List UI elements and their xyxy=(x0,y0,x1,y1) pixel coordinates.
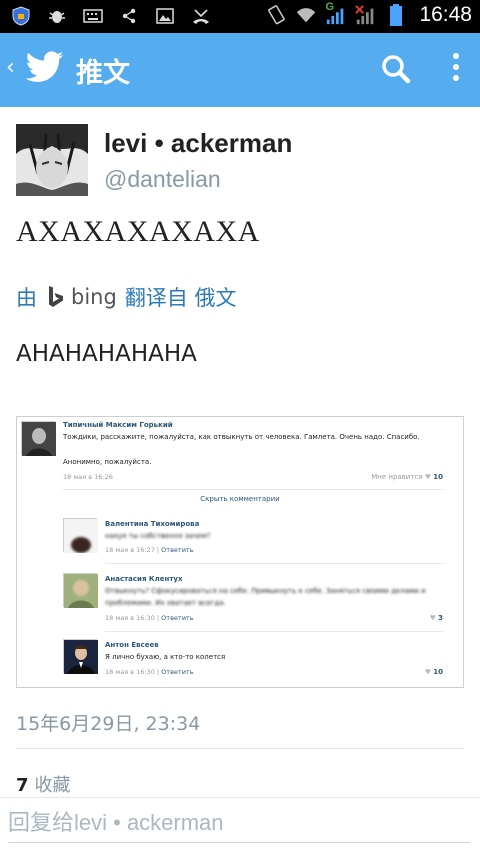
like-count: 10 xyxy=(433,473,443,481)
comment-text: Отвыкнуть? Сфокусироваться на себе. Прив… xyxy=(105,587,426,595)
search-icon[interactable] xyxy=(380,53,412,89)
comment-like-count: 10 xyxy=(433,668,443,676)
comment-avatar xyxy=(63,518,98,553)
signal-icon: G xyxy=(325,1,347,26)
comment-meta: 18 мая в 16:30 | Ответить xyxy=(105,614,194,622)
hide-comments-link: Скрыть комментарии xyxy=(200,495,280,503)
tweet-media-image[interactable]: Типичный Максим Горький Тождики, расскаж… xyxy=(16,416,464,688)
like-label: Мне нравится xyxy=(371,473,423,481)
comment-text: Я лично бухаю, а кто-то колется xyxy=(105,653,226,661)
comment-meta: 18 мая в 16:27 | Ответить xyxy=(105,546,194,554)
comment-avatar xyxy=(63,573,98,608)
signal-no-service-icon xyxy=(355,4,377,26)
favorites-count: 7 xyxy=(16,775,29,796)
missed-call-icon xyxy=(190,5,212,27)
tweet-text: ΑΧΑΧΑΧΑΧΑΧΑ xyxy=(16,215,260,248)
comment-reply-link: Ответить xyxy=(161,546,194,554)
battery-icon xyxy=(385,4,407,26)
comment-like-count: 3 xyxy=(438,614,443,622)
comment-text-2: проблемами. Их хватает всегда. xyxy=(105,599,226,607)
tweet-timestamp: 15年6月29日, 23:34 xyxy=(16,713,201,735)
favorites-stat[interactable]: 7 收藏 xyxy=(16,771,71,797)
bing-b-icon xyxy=(49,286,63,307)
comment-author: Анастасия Клентух xyxy=(105,575,183,583)
comment-date: 18 мая в 16:30 xyxy=(105,614,155,622)
translation-attribution[interactable]: 由 bing 翻译自 俄文 xyxy=(16,282,237,312)
separator xyxy=(63,489,443,490)
post-author: Типичный Максим Горький xyxy=(63,421,173,429)
post-text-2: Анонимно, пожалуйста. xyxy=(63,458,152,466)
more-vertical-icon[interactable] xyxy=(446,53,466,87)
user-name[interactable]: levi • ackerman xyxy=(104,128,292,159)
page-title: 推文 xyxy=(76,58,130,89)
comment-date: 18 мая в 16:30 xyxy=(105,668,155,676)
wifi-icon xyxy=(295,4,317,26)
divider xyxy=(16,748,464,749)
comment-likes: ♥ 10 xyxy=(424,668,443,676)
translate-provider: bing xyxy=(71,285,117,309)
comment-reply-link: Ответить xyxy=(161,668,194,676)
translate-prefix: 由 xyxy=(16,286,37,310)
user-handle[interactable]: @dantelian xyxy=(104,166,221,193)
vibrate-icon xyxy=(265,4,287,26)
twitter-bird-icon[interactable] xyxy=(25,51,64,87)
comment-avatar xyxy=(63,639,98,674)
separator xyxy=(105,631,443,632)
reply-input[interactable] xyxy=(8,808,438,838)
image-icon xyxy=(154,5,176,27)
comment-likes: ♥ 3 xyxy=(429,614,443,622)
reply-bar xyxy=(0,797,480,854)
separator xyxy=(105,563,443,564)
network-type-label: G xyxy=(325,1,334,13)
bug-icon xyxy=(46,5,68,27)
reply-underline xyxy=(8,842,470,843)
keyboard-icon xyxy=(82,5,104,27)
share-icon xyxy=(118,5,140,27)
comment-author: Валентина Тихомирова xyxy=(105,520,200,528)
post-likes: Мне нравится ♥ 10 xyxy=(371,473,443,481)
favorites-label: 收藏 xyxy=(34,775,71,796)
post-date: 18 мая в 16:26 xyxy=(63,473,113,481)
back-icon[interactable]: ‹ xyxy=(6,55,15,80)
translated-text: AHAHAHAHAHA xyxy=(16,341,197,367)
post-text: Тождики, расскажите, пожалуйста, как отв… xyxy=(63,433,420,441)
comment-text: нахуя ты собственно зачем? xyxy=(105,532,211,540)
app-bar: ‹ 推文 xyxy=(0,33,480,107)
translate-suffix: 翻译自 俄文 xyxy=(124,286,237,310)
comment-author: Антон Евсеев xyxy=(105,641,159,649)
shield-icon xyxy=(10,5,32,27)
status-bar: G 16:48 xyxy=(0,0,480,33)
post-author-avatar xyxy=(21,421,56,456)
bing-logo: bing xyxy=(47,285,117,309)
comment-meta: 18 мая в 16:30 | Ответить xyxy=(105,668,194,676)
avatar[interactable] xyxy=(16,124,88,196)
status-time: 16:48 xyxy=(419,3,472,26)
comment-date: 18 мая в 16:27 xyxy=(105,546,155,554)
comment-reply-link: Ответить xyxy=(161,614,194,622)
